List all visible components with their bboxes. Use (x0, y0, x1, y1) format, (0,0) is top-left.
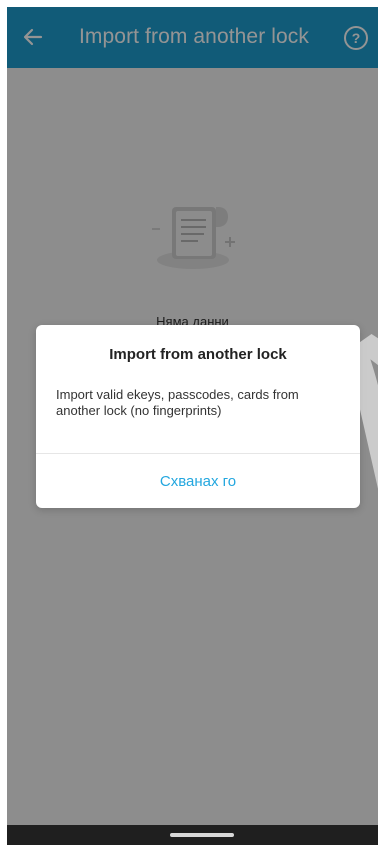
confirm-button[interactable]: Схванах го (36, 454, 360, 508)
phone-frame: Import from another lock ? Няма данни Im… (0, 0, 385, 852)
dialog-title: Import from another lock (109, 346, 287, 363)
import-dialog: Import from another lock Import valid ek… (36, 325, 360, 508)
home-indicator-icon[interactable] (170, 833, 234, 837)
system-navigation-bar (7, 825, 378, 845)
app-screen: Import from another lock ? Няма данни Im… (7, 7, 378, 845)
dialog-message: Import valid ekeys, passcodes, cards fro… (56, 387, 299, 418)
